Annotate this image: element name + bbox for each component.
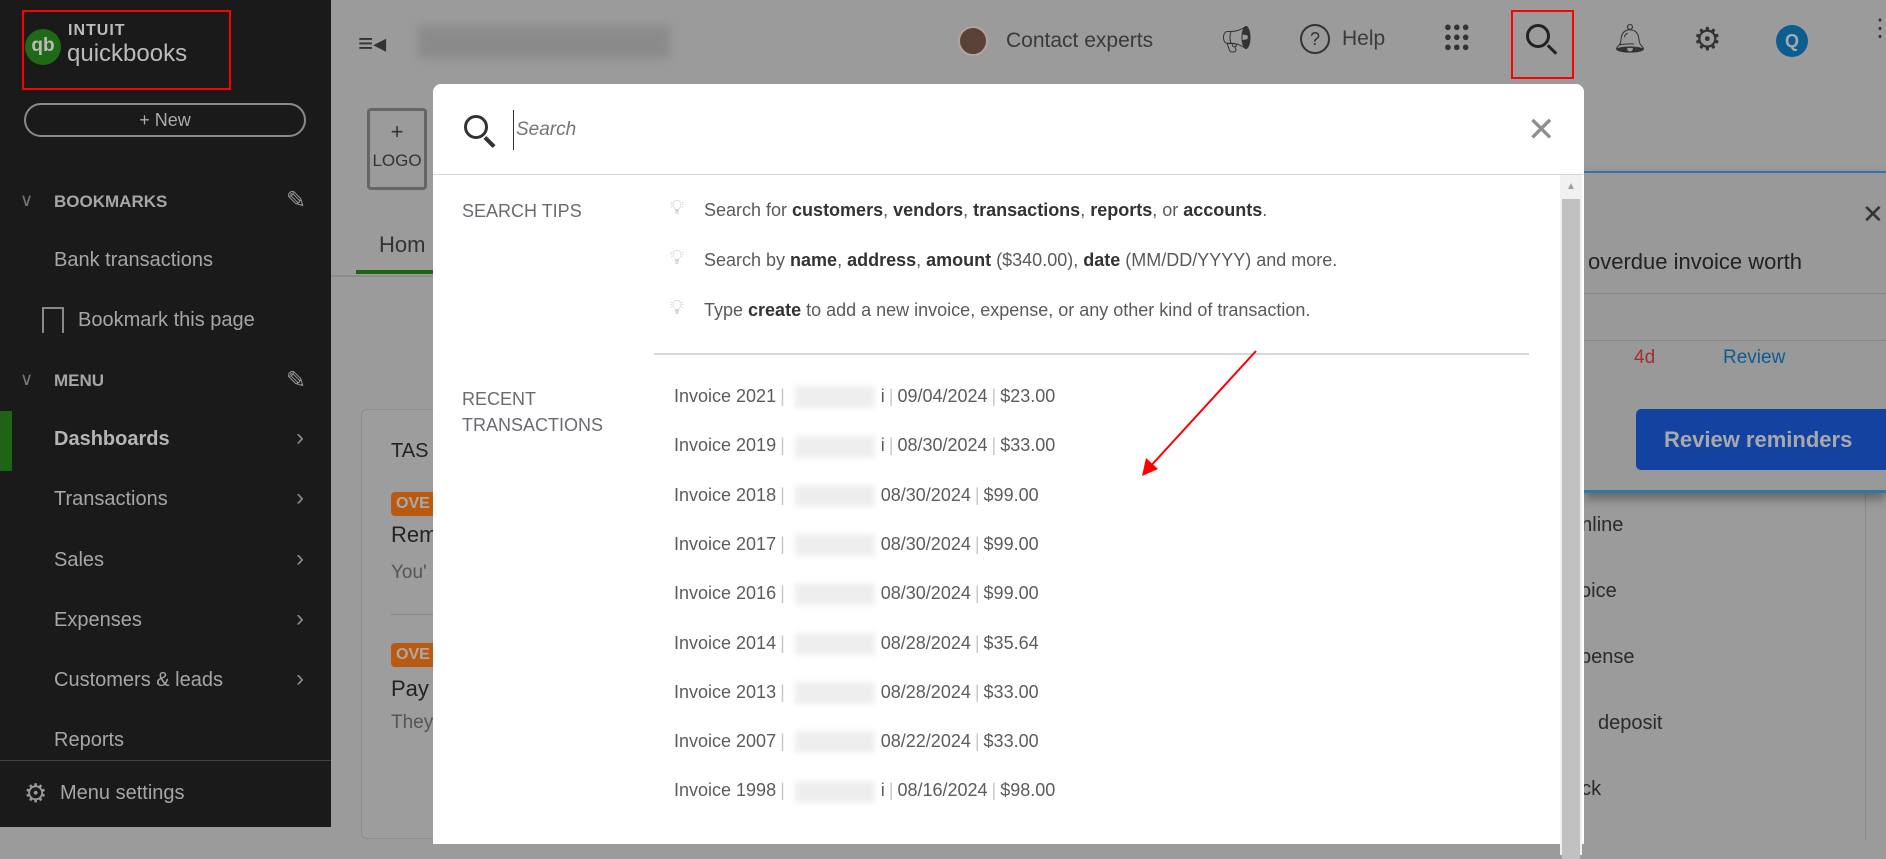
arrow-line bbox=[1147, 350, 1257, 470]
annotation-arrow bbox=[1142, 350, 1257, 476]
